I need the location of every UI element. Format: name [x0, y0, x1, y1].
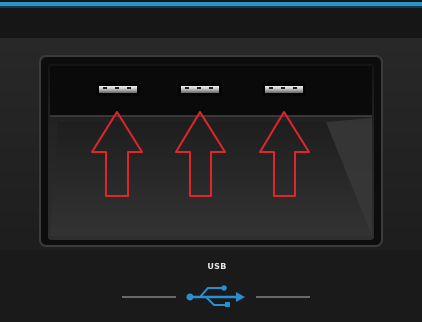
usb-port-photo: USB [0, 0, 422, 322]
usb-port-2 [178, 82, 222, 96]
blue-accent-strip [0, 2, 422, 6]
photo-illustration [0, 0, 422, 322]
usb-port-3 [262, 82, 306, 96]
usb-label: USB [207, 262, 227, 271]
usb-port-1 [96, 82, 140, 96]
